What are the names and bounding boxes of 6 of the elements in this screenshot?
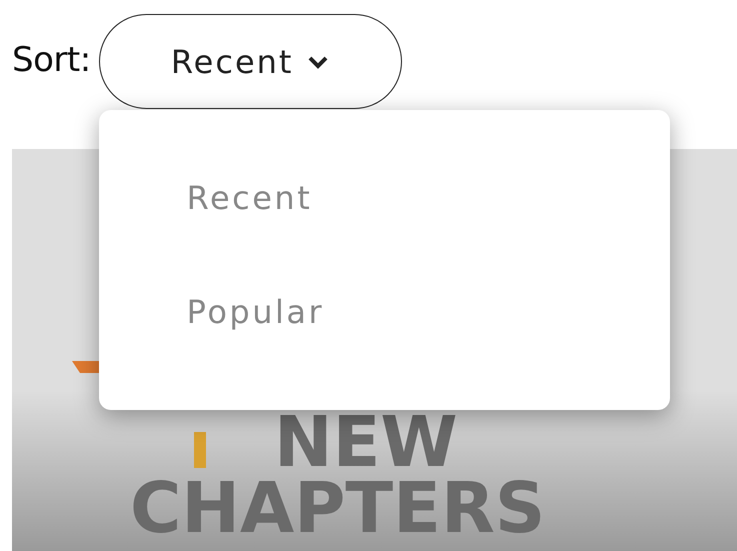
chevron-down-icon [307,54,330,68]
menu-option[interactable]: Popular [186,293,670,331]
sort-dropdown[interactable]: Recent [98,14,402,109]
menu-option[interactable]: Recent [186,179,670,217]
sort-label: Sort: [12,40,91,80]
stripe-drawing [194,432,206,468]
